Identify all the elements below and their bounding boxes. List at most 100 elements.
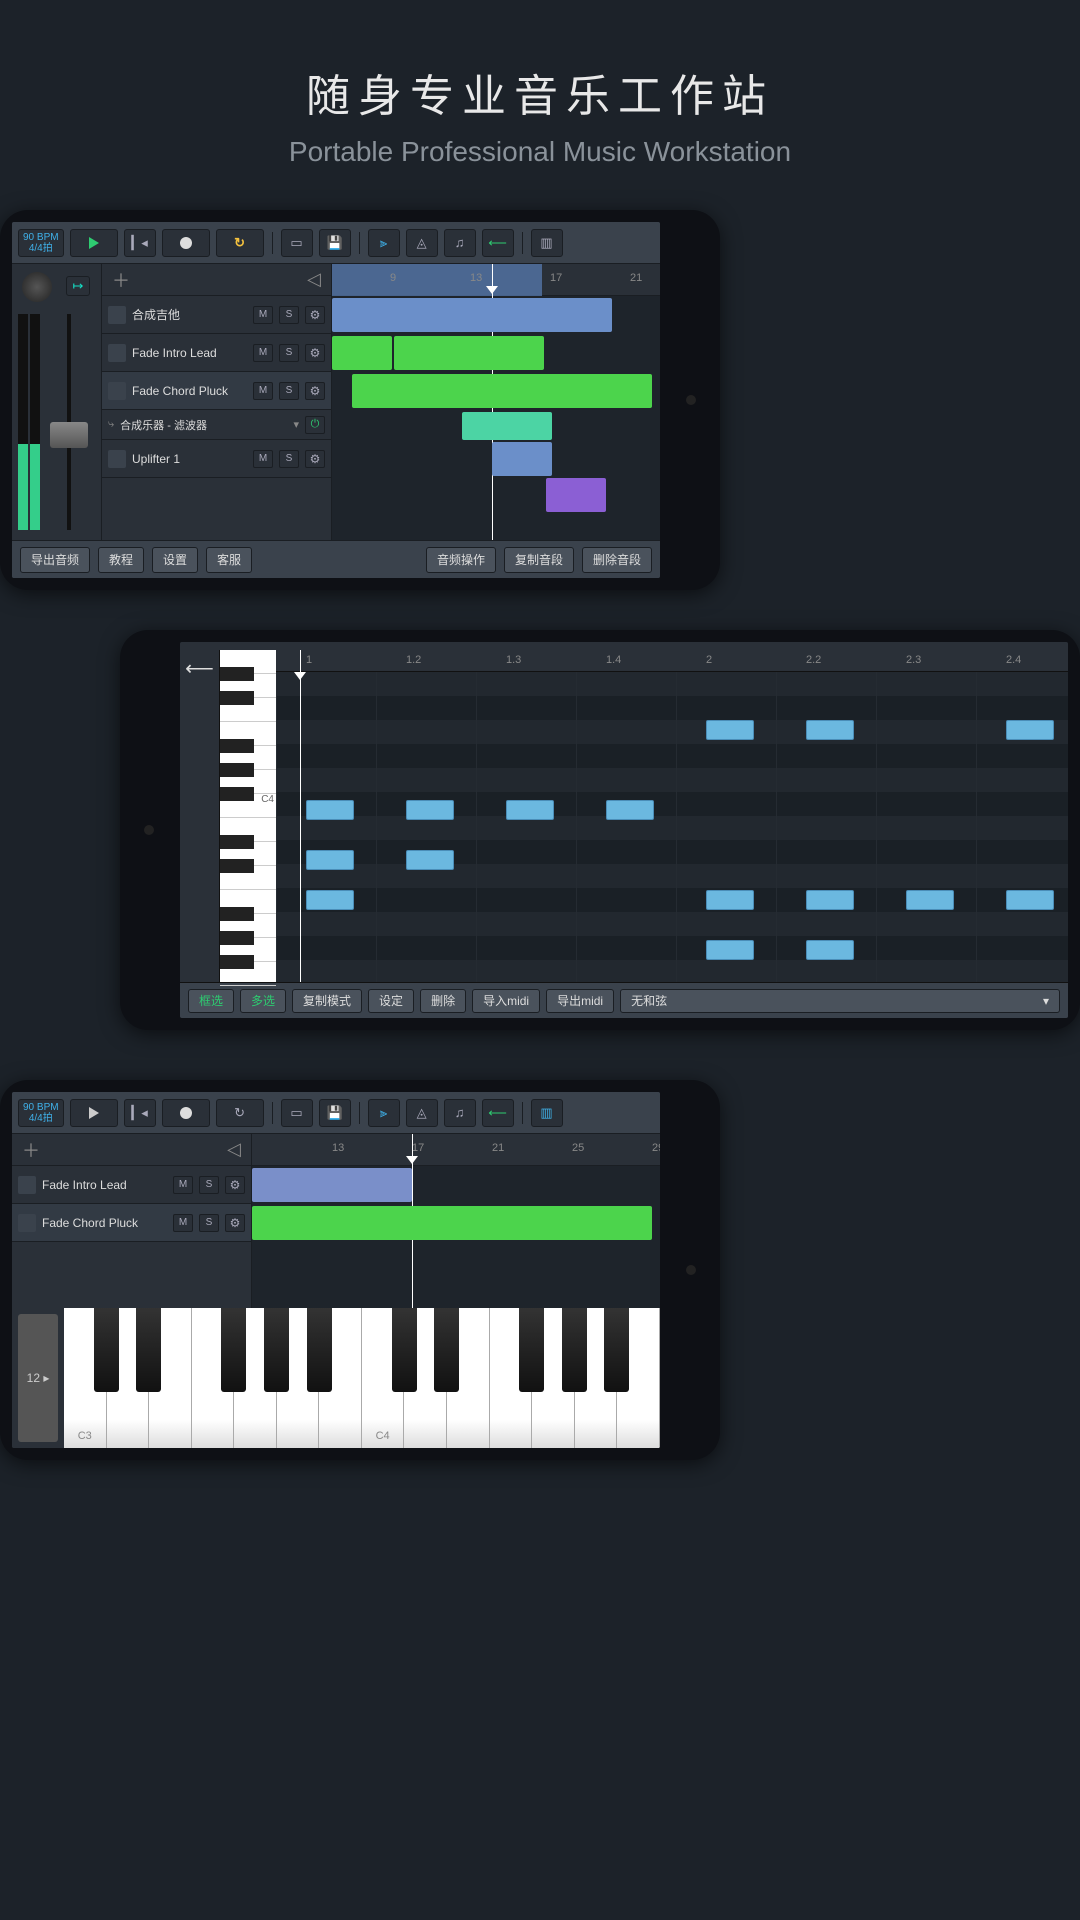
gear-icon[interactable]: ⚙ (305, 344, 325, 362)
midi-clip[interactable] (252, 1206, 652, 1240)
set-button[interactable]: 设定 (368, 989, 414, 1013)
track-row[interactable]: Fade Chord Pluck M S ⚙ (102, 372, 331, 410)
solo-button[interactable]: S (279, 306, 299, 324)
track-row[interactable]: Fade Intro Lead M S ⚙ (102, 334, 331, 372)
mute-button[interactable]: M (253, 306, 273, 324)
settings-button[interactable]: 设置 (152, 547, 198, 573)
save-button[interactable]: 💾 (319, 229, 351, 257)
tempo-button[interactable]: 90 BPM4/4拍 (18, 229, 64, 257)
snap-button[interactable]: ⟵ (482, 229, 514, 257)
midi-clip[interactable] (462, 412, 552, 440)
midi-note[interactable] (506, 800, 554, 820)
mixer-button[interactable]: ⫸ (368, 1099, 400, 1127)
audio-clip[interactable] (546, 478, 606, 512)
midi-note[interactable] (306, 800, 354, 820)
track-row[interactable]: Uplifter 1 M S ⚙ (102, 440, 331, 478)
insert-button[interactable]: ↦ (66, 276, 90, 296)
collapse-icon[interactable]: ◁ (307, 269, 321, 290)
record-button[interactable] (162, 1099, 210, 1127)
loop-button[interactable]: ↻ (216, 1099, 264, 1127)
gear-icon[interactable]: ⚙ (305, 306, 325, 324)
tempo-button[interactable]: 90 BPM4/4拍 (18, 1099, 64, 1127)
add-track-icon[interactable]: ＋ (22, 1137, 40, 1163)
midi-note[interactable] (706, 890, 754, 910)
keyboard[interactable]: C3 C4 (64, 1308, 660, 1448)
track-row[interactable]: 合成吉他 M S ⚙ (102, 296, 331, 334)
back-button[interactable]: ⟵ (180, 650, 220, 982)
metronome-button[interactable]: ◬ (406, 229, 438, 257)
play-button[interactable] (70, 1099, 118, 1127)
timeline[interactable]: 9 13 17 21 (332, 264, 660, 540)
collapse-icon[interactable]: ◁ (227, 1139, 241, 1160)
midi-note[interactable] (806, 720, 854, 740)
delete-segment-button[interactable]: 删除音段 (582, 547, 652, 573)
midi-note[interactable] (706, 720, 754, 740)
midi-note[interactable] (806, 940, 854, 960)
solo-button[interactable]: S (199, 1214, 219, 1232)
gear-icon[interactable]: ⚙ (225, 1214, 245, 1232)
midi-note[interactable] (306, 850, 354, 870)
audio-clip[interactable] (492, 442, 552, 476)
folder-button[interactable]: ▭ (281, 1099, 313, 1127)
midi-clip[interactable] (394, 336, 544, 370)
midi-note[interactable] (706, 940, 754, 960)
keyboard-button[interactable]: ▥ (531, 1099, 563, 1127)
notes-button[interactable]: ♫ (444, 229, 476, 257)
midi-note[interactable] (406, 800, 454, 820)
copy-segment-button[interactable]: 复制音段 (504, 547, 574, 573)
import-midi-button[interactable]: 导入midi (472, 989, 540, 1013)
tutorial-button[interactable]: 教程 (98, 547, 144, 573)
audio-clip[interactable] (332, 298, 612, 332)
solo-button[interactable]: S (199, 1176, 219, 1194)
add-track-icon[interactable]: ＋ (112, 267, 130, 293)
midi-clip[interactable] (332, 336, 392, 370)
solo-button[interactable]: S (279, 344, 299, 362)
play-button[interactable] (70, 229, 118, 257)
pan-knob[interactable] (22, 272, 52, 302)
support-button[interactable]: 客服 (206, 547, 252, 573)
timeline[interactable]: 13 17 21 25 29 (252, 1134, 660, 1308)
mute-button[interactable]: M (253, 344, 273, 362)
midi-clip[interactable] (352, 374, 652, 408)
midi-note[interactable] (1006, 890, 1054, 910)
ruler[interactable]: 13 17 21 25 29 (252, 1134, 660, 1166)
multi-select-button[interactable]: 多选 (240, 989, 286, 1013)
volume-fader[interactable] (48, 314, 90, 530)
instrument-subrow[interactable]: ⤷ 合成乐器 - 滤波器 ▾ ⏻ (102, 410, 331, 440)
folder-button[interactable]: ▭ (281, 229, 313, 257)
midi-note[interactable] (306, 890, 354, 910)
playhead[interactable] (300, 650, 301, 982)
midi-note[interactable] (1006, 720, 1054, 740)
mute-button[interactable]: M (253, 450, 273, 468)
box-select-button[interactable]: 框选 (188, 989, 234, 1013)
mixer-button[interactable]: ⫸ (368, 229, 400, 257)
solo-button[interactable]: S (279, 382, 299, 400)
mute-button[interactable]: M (173, 1214, 193, 1232)
snap-button[interactable]: ⟵ (482, 1099, 514, 1127)
audio-ops-button[interactable]: 音频操作 (426, 547, 496, 573)
rewind-button[interactable]: ▎◂ (124, 229, 156, 257)
octave-label[interactable]: 12 ▸ (18, 1314, 58, 1442)
track-row[interactable]: Fade Chord Pluck M S ⚙ (12, 1204, 251, 1242)
record-button[interactable] (162, 229, 210, 257)
export-audio-button[interactable]: 导出音频 (20, 547, 90, 573)
piano-keys[interactable]: C4 (220, 650, 276, 982)
mute-button[interactable]: M (173, 1176, 193, 1194)
chord-select[interactable]: 无和弦▾ (620, 989, 1060, 1013)
power-button[interactable]: ⏻ (305, 416, 325, 434)
export-midi-button[interactable]: 导出midi (546, 989, 614, 1013)
gear-icon[interactable]: ⚙ (225, 1176, 245, 1194)
metronome-button[interactable]: ◬ (406, 1099, 438, 1127)
rewind-button[interactable]: ▎◂ (124, 1099, 156, 1127)
loop-button[interactable]: ↻ (216, 229, 264, 257)
gear-icon[interactable]: ⚙ (305, 450, 325, 468)
piano-roll-grid[interactable]: 1 1.2 1.3 1.4 2 2.2 2.3 2.4 (276, 650, 1068, 982)
mute-button[interactable]: M (253, 382, 273, 400)
keyboard-button[interactable]: ▥ (531, 229, 563, 257)
midi-clip[interactable] (252, 1168, 412, 1202)
delete-button[interactable]: 删除 (420, 989, 466, 1013)
midi-note[interactable] (606, 800, 654, 820)
solo-button[interactable]: S (279, 450, 299, 468)
gear-icon[interactable]: ⚙ (305, 382, 325, 400)
midi-note[interactable] (406, 850, 454, 870)
